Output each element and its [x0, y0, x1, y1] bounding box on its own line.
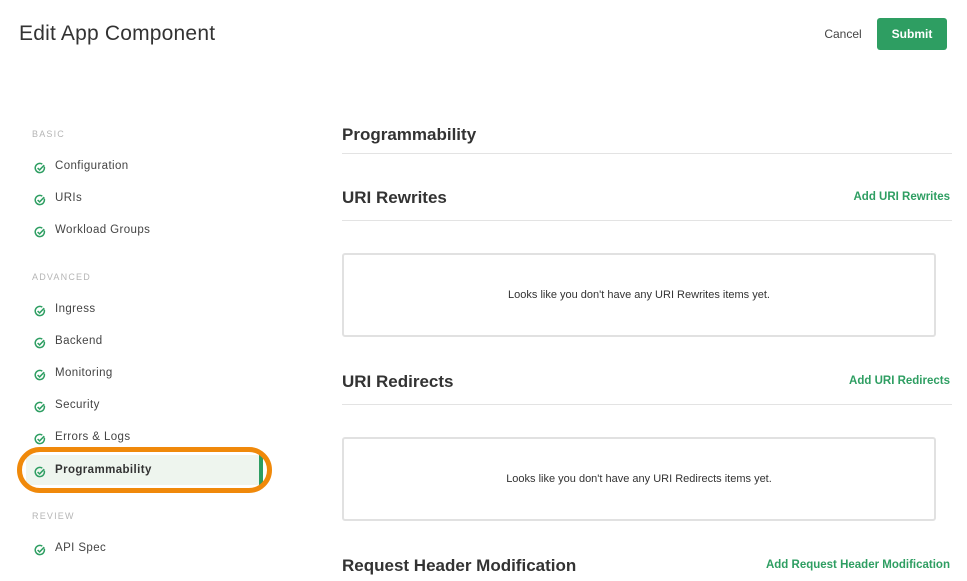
- check-circle-icon: [34, 544, 46, 556]
- section-heading: Programmability: [342, 125, 477, 144]
- sidebar-item-label: API Spec: [55, 542, 107, 554]
- sidebar-item-label: Ingress: [55, 303, 96, 315]
- check-circle-icon: [34, 433, 46, 445]
- check-circle-icon: [34, 305, 46, 317]
- check-circle-icon: [34, 337, 46, 349]
- uri-redirects-title: URI Redirects: [342, 372, 454, 391]
- check-circle-icon: [34, 401, 46, 413]
- add-uri-redirects-link[interactable]: Add URI Redirects: [849, 375, 950, 387]
- uri-rewrites-title: URI Rewrites: [342, 188, 447, 207]
- check-circle-icon: [34, 194, 46, 206]
- empty-state-text: Looks like you don't have any URI Rewrit…: [508, 289, 770, 301]
- main-content: Programmability URI Rewrites Add URI Rew…: [342, 0, 952, 581]
- uri-redirects-empty-state: Looks like you don't have any URI Redire…: [342, 437, 936, 521]
- sidebar-item-label: Errors & Logs: [55, 431, 131, 443]
- sidebar-item-security[interactable]: Security: [26, 390, 263, 420]
- divider: [342, 153, 952, 154]
- sidebar-item-api-spec[interactable]: API Spec: [26, 533, 263, 563]
- sidebar-item-programmability[interactable]: Programmability: [26, 455, 263, 485]
- sidebar-nav: BASIC Configuration URIs Workload Groups…: [0, 0, 290, 581]
- add-uri-rewrites-link[interactable]: Add URI Rewrites: [854, 191, 951, 203]
- check-circle-icon: [34, 226, 46, 238]
- sidebar-item-label: Configuration: [55, 160, 129, 172]
- sidebar-item-monitoring[interactable]: Monitoring: [26, 358, 263, 388]
- sidebar-item-errors-logs[interactable]: Errors & Logs: [26, 422, 263, 452]
- check-circle-icon: [34, 162, 46, 174]
- empty-state-text: Looks like you don't have any URI Redire…: [506, 473, 772, 485]
- sidebar-item-label: Backend: [55, 335, 103, 347]
- sidebar-item-uris[interactable]: URIs: [26, 183, 263, 213]
- sidebar-item-ingress[interactable]: Ingress: [26, 294, 263, 324]
- check-circle-icon: [34, 369, 46, 381]
- sidebar-item-workload-groups[interactable]: Workload Groups: [26, 215, 263, 245]
- sidebar-item-label: Monitoring: [55, 367, 113, 379]
- divider: [342, 220, 952, 221]
- sidebar-item-label: Programmability: [55, 464, 152, 476]
- uri-rewrites-empty-state: Looks like you don't have any URI Rewrit…: [342, 253, 936, 337]
- check-circle-icon: [34, 466, 46, 478]
- sidebar-item-configuration[interactable]: Configuration: [26, 151, 263, 181]
- request-header-modification-title: Request Header Modification: [342, 556, 577, 575]
- sidebar-item-backend[interactable]: Backend: [26, 326, 263, 356]
- sidebar-item-label: Workload Groups: [55, 224, 151, 236]
- section-label-advanced: ADVANCED: [32, 272, 91, 282]
- add-request-header-modification-link[interactable]: Add Request Header Modification: [766, 559, 950, 571]
- divider: [342, 404, 952, 405]
- sidebar-item-label: Security: [55, 399, 100, 411]
- section-label-basic: BASIC: [32, 129, 66, 139]
- sidebar-item-label: URIs: [55, 192, 83, 204]
- section-label-review: REVIEW: [32, 511, 75, 521]
